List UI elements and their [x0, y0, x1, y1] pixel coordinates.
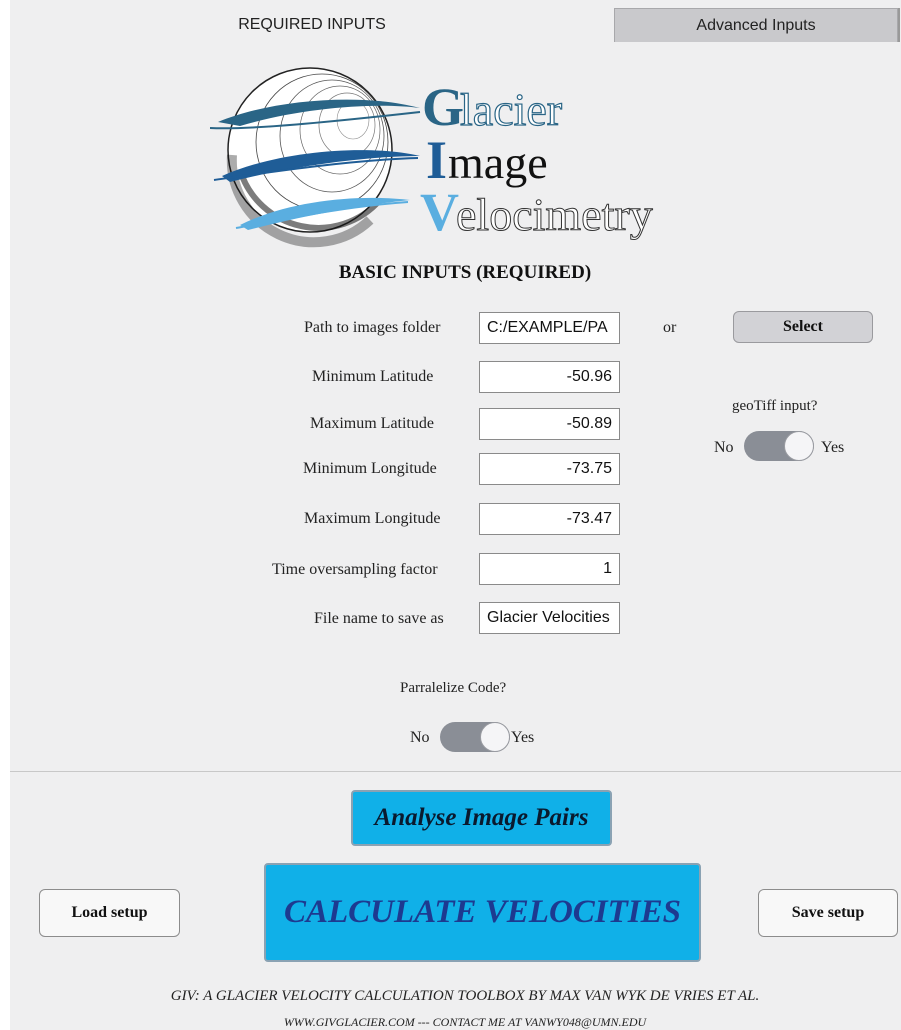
calculate-button-label: CALCULATE VELOCITIES [283, 894, 681, 930]
or-label: or [663, 319, 677, 336]
max-longitude-input[interactable]: -73.47 [479, 503, 620, 535]
min-latitude-input[interactable]: -50.96 [479, 361, 620, 393]
select-button[interactable]: Select [733, 311, 873, 343]
geotiff-yes-label: Yes [821, 439, 845, 456]
logo-word-elocimetry: elocimetry [456, 189, 653, 240]
logo-word-mage: mage [448, 137, 548, 188]
logo-word-lacier: lacier [460, 84, 562, 135]
section-divider [10, 771, 901, 772]
geotiff-label: geoTiff input? [732, 398, 818, 414]
max-latitude-label: Maximum Latitude [310, 415, 434, 432]
path-input[interactable]: C:/EXAMPLE/PA [479, 312, 620, 344]
tab-advanced-inputs[interactable]: Advanced Inputs [614, 8, 898, 42]
save-setup-button[interactable]: Save setup [758, 889, 898, 937]
analyse-button-label: Analyse Image Pairs [374, 804, 589, 831]
tab-required-label: REQUIRED INPUTS [238, 16, 386, 33]
footer-contact: WWW.GIVGLACIER.COM --- CONTACT ME AT VAN… [283, 1015, 647, 1029]
max-longitude-label: Maximum Longitude [304, 510, 441, 527]
oversampling-label: Time oversampling factor [272, 561, 438, 578]
oversampling-input[interactable]: 1 [479, 553, 620, 585]
filename-input[interactable]: Glacier Velocities [479, 602, 620, 634]
parallelize-yes-label: Yes [511, 729, 535, 746]
parallelize-toggle[interactable] [440, 722, 510, 752]
min-latitude-label: Minimum Latitude [312, 368, 434, 385]
min-longitude-input[interactable]: -73.75 [479, 453, 620, 485]
filename-label: File name to save as [314, 610, 444, 627]
calculate-velocities-button[interactable]: CALCULATE VELOCITIES [264, 863, 701, 962]
max-latitude-input[interactable]: -50.89 [479, 408, 620, 440]
app-window: REQUIRED INPUTS Advanced Inputs G lacier… [10, 0, 901, 1030]
parallelize-label: Parralelize Code? [400, 680, 507, 696]
select-button-label: Select [783, 318, 823, 335]
path-label: Path to images folder [304, 319, 441, 336]
giv-logo-graphic: G lacier I mage V elocimetry [209, 67, 653, 248]
globe-icon [209, 67, 421, 248]
save-setup-label: Save setup [791, 904, 865, 921]
section-title: BASIC INPUTS (REQUIRED) [338, 262, 592, 283]
logo-initial-v: V [420, 182, 459, 242]
giv-logo: G lacier I mage V elocimetry [209, 60, 720, 255]
parallelize-no-label: No [410, 729, 430, 746]
load-setup-label: Load setup [71, 904, 148, 921]
geotiff-toggle-knob [784, 431, 814, 461]
tab-advanced-label: Advanced Inputs [696, 16, 816, 34]
load-setup-button[interactable]: Load setup [39, 889, 180, 937]
logo-initial-i: I [426, 130, 447, 190]
footer-credit: GIV: A GLACIER VELOCITY CALCULATION TOOL… [170, 988, 760, 1004]
analyse-image-pairs-button[interactable]: Analyse Image Pairs [351, 790, 612, 846]
min-longitude-label: Minimum Longitude [303, 460, 437, 477]
logo-initial-g: G [422, 77, 464, 137]
tab-bar-edge [898, 8, 900, 42]
geotiff-no-label: No [714, 439, 734, 456]
tab-required-inputs[interactable]: REQUIRED INPUTS [10, 8, 614, 42]
geotiff-toggle[interactable] [744, 431, 814, 461]
parallelize-toggle-knob [480, 722, 510, 752]
